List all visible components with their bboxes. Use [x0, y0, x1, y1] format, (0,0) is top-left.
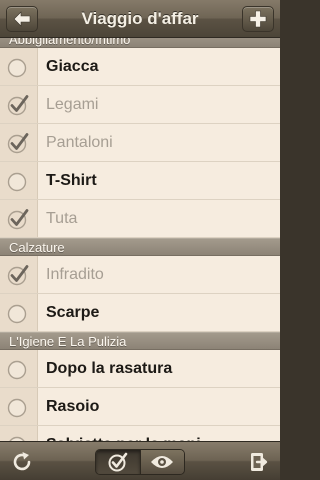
checked-checkbox-icon[interactable] [7, 132, 29, 154]
checklist-item-label: Giacca [46, 58, 99, 75]
section-header: Calzature [0, 238, 280, 256]
page-title: Viaggio d'affar [81, 9, 199, 28]
view-mode-segmented-control [95, 449, 185, 475]
checklist-item[interactable]: Pantaloni [0, 124, 280, 162]
export-icon[interactable] [246, 450, 270, 474]
checklist-content: Abbigliamento/Intimo Giacca Legami Pantalon… [0, 38, 280, 441]
checklist-item-label: Scarpe [46, 304, 100, 321]
checklist-icon [108, 452, 128, 472]
checklist-item[interactable]: Scarpe [0, 294, 280, 332]
checklist-item[interactable]: Tuta [0, 200, 280, 238]
preview-view-segment[interactable] [139, 450, 184, 474]
checklist-item[interactable]: Infradito [0, 256, 280, 294]
section-header: L'Igiene E La Pulizia [0, 332, 280, 350]
checked-checkbox-icon[interactable] [7, 94, 29, 116]
checklist-item-label: Tuta [46, 210, 78, 227]
checked-checkbox-icon[interactable] [7, 208, 29, 230]
checklist-item[interactable]: Rasoio [0, 388, 280, 426]
unchecked-checkbox-icon[interactable] [7, 358, 29, 380]
checklist-item-label: T-Shirt [46, 172, 97, 189]
checklist-item[interactable]: Legami [0, 86, 280, 124]
checklist[interactable]: Abbigliamento/Intimo Giacca Legami Pantalon… [0, 38, 280, 441]
checklist-item-label: Pantaloni [46, 134, 113, 151]
checked-checkbox-icon[interactable] [7, 264, 29, 286]
checklist-item[interactable]: Giacca [0, 48, 280, 86]
unchecked-checkbox-icon[interactable] [7, 434, 29, 441]
bottom-toolbar [0, 441, 280, 480]
unchecked-checkbox-icon[interactable] [7, 56, 29, 78]
refresh-icon[interactable] [10, 450, 34, 474]
checklist-item[interactable]: Dopo la rasatura [0, 350, 280, 388]
navigation-bar: Viaggio d'affar [0, 0, 280, 38]
add-item-button[interactable] [242, 6, 274, 32]
section-header: Abbigliamento/Intimo [0, 38, 280, 48]
checklist-item-label: Infradito [46, 266, 104, 283]
checklist-item-label: Legami [46, 96, 99, 113]
unchecked-checkbox-icon[interactable] [7, 396, 29, 418]
checklist-item[interactable]: Salviette per le mani [0, 426, 280, 441]
checklist-item-label: Dopo la rasatura [46, 360, 173, 377]
back-button[interactable] [6, 6, 38, 32]
arrow-left-icon [13, 11, 31, 27]
eye-icon [151, 456, 174, 468]
checklist-item-label: Rasoio [46, 398, 100, 415]
checklist-item-label: Salviette per le mani [46, 426, 201, 441]
checklist-item[interactable]: T-Shirt [0, 162, 280, 200]
checklist-view-segment[interactable] [96, 450, 140, 474]
plus-icon [249, 10, 267, 28]
unchecked-checkbox-icon[interactable] [7, 170, 29, 192]
unchecked-checkbox-icon[interactable] [7, 302, 29, 324]
